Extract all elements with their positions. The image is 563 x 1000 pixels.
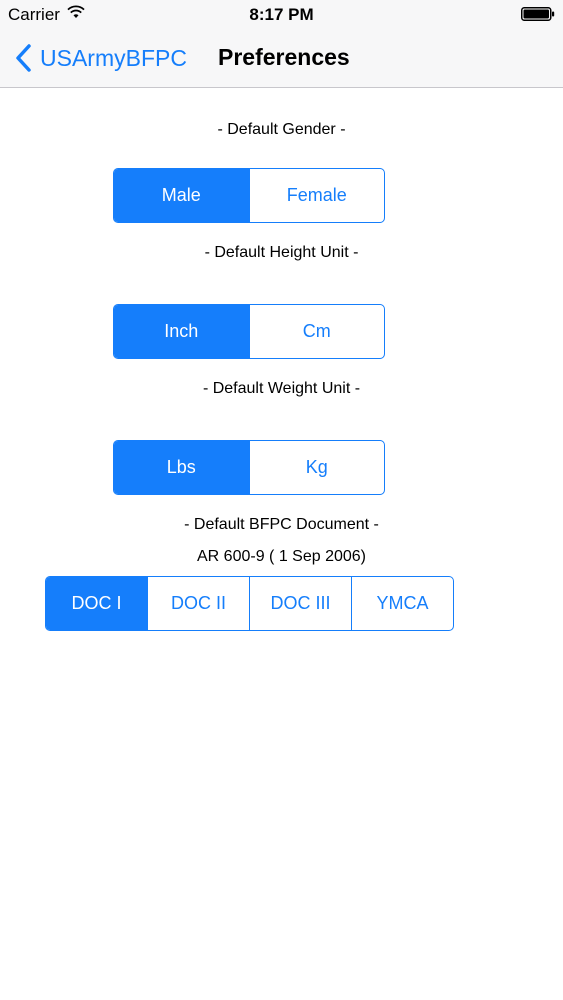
gender-segmented-control: Male Female <box>113 168 385 223</box>
segment-lbs[interactable]: Lbs <box>114 441 249 494</box>
height-unit-segmented-control: Inch Cm <box>113 304 385 359</box>
segment-doc-ii[interactable]: DOC II <box>147 577 249 630</box>
current-document-text: AR 600-9 ( 1 Sep 2006) <box>197 548 366 565</box>
page-title: Preferences <box>218 44 350 70</box>
segment-doc-i[interactable]: DOC I <box>46 577 147 630</box>
back-button-label: USArmyBFPC <box>40 44 187 71</box>
segment-kg[interactable]: Kg <box>248 441 385 494</box>
preferences-screen: Carrier 8:17 PM USArmyBFPC Preferences -… <box>0 0 563 1000</box>
document-section-label: - Default BFPC Document - <box>184 516 379 533</box>
segment-doc-iii[interactable]: DOC III <box>249 577 351 630</box>
height-section-label: - Default Height Unit - <box>204 244 359 261</box>
segment-male[interactable]: Male <box>114 169 249 222</box>
segment-cm[interactable]: Cm <box>248 305 385 358</box>
gender-section-label: - Default Gender - <box>217 121 346 138</box>
weight-unit-segmented-control: Lbs Kg <box>113 440 385 495</box>
document-segmented-control: DOC I DOC II DOC III YMCA <box>45 576 454 631</box>
battery-icon <box>521 7 555 21</box>
chevron-left-icon <box>16 44 31 72</box>
navigation-bar: USArmyBFPC Preferences <box>0 30 563 88</box>
segment-ymca[interactable]: YMCA <box>351 577 453 630</box>
segment-female[interactable]: Female <box>248 169 385 222</box>
back-button[interactable]: USArmyBFPC <box>14 40 187 76</box>
status-bar: Carrier 8:17 PM <box>0 0 563 30</box>
status-time: 8:17 PM <box>249 5 314 24</box>
segment-inch[interactable]: Inch <box>114 305 249 358</box>
weight-section-label: - Default Weight Unit - <box>202 380 361 397</box>
